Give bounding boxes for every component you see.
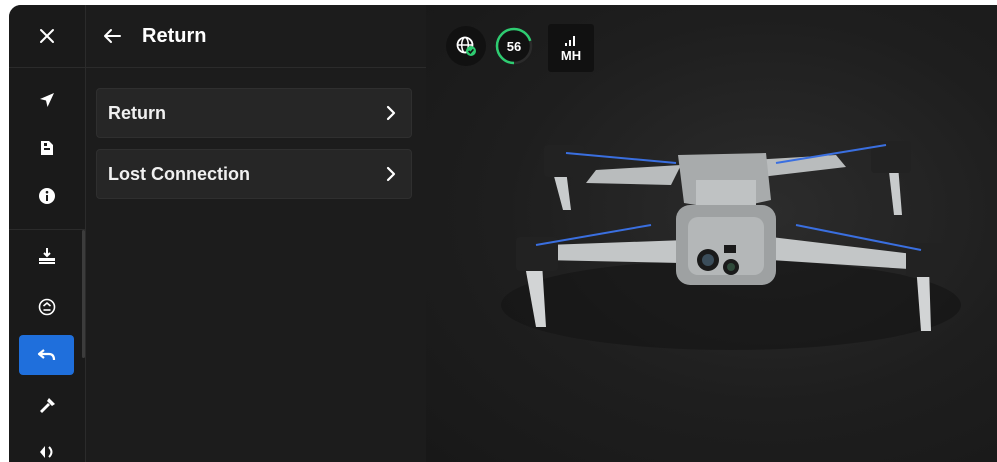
back-button[interactable] (92, 16, 132, 56)
menu-row-lost-connection[interactable]: Lost Connection (96, 149, 412, 199)
return-icon (37, 349, 55, 361)
obstacle-icon (39, 446, 52, 458)
drone-image (501, 141, 961, 350)
menu-row-label: Lost Connection (108, 163, 250, 184)
navigation-arrow-icon (39, 93, 54, 107)
rail-item-info[interactable] (19, 176, 74, 216)
rail-item-file[interactable] (19, 128, 74, 168)
arrow-left-icon (104, 29, 121, 43)
page-title: Return (142, 24, 207, 47)
panel-header: Return (86, 5, 426, 68)
info-icon (38, 188, 55, 204)
icon-rail (9, 5, 86, 462)
close-icon (40, 29, 54, 43)
settings-panel: Return Return Lost Connection (86, 5, 426, 462)
rail-item-navigate[interactable] (19, 80, 74, 120)
app-window: Return Return Lost Connection 56 MH (9, 5, 997, 462)
landing-icon (38, 248, 55, 264)
drone-view: 56 MH (426, 5, 997, 462)
rail-item-landing[interactable] (19, 236, 74, 276)
rail-scrollbar[interactable] (82, 230, 85, 358)
chevron-right-icon (386, 166, 396, 182)
rail-item-flashlight[interactable] (19, 386, 74, 426)
menu-row-return[interactable]: Return (96, 88, 412, 138)
hover-icon (38, 298, 55, 316)
menu-row-label: Return (108, 102, 166, 123)
close-button[interactable] (9, 5, 85, 68)
chevron-right-icon (386, 105, 396, 121)
flashlight-icon (39, 398, 55, 413)
rail-item-obstacle[interactable] (19, 432, 74, 462)
file-icon (40, 141, 53, 155)
rail-item-hover[interactable] (19, 287, 74, 327)
rail-divider (9, 229, 85, 230)
rail-item-return[interactable] (19, 335, 74, 375)
